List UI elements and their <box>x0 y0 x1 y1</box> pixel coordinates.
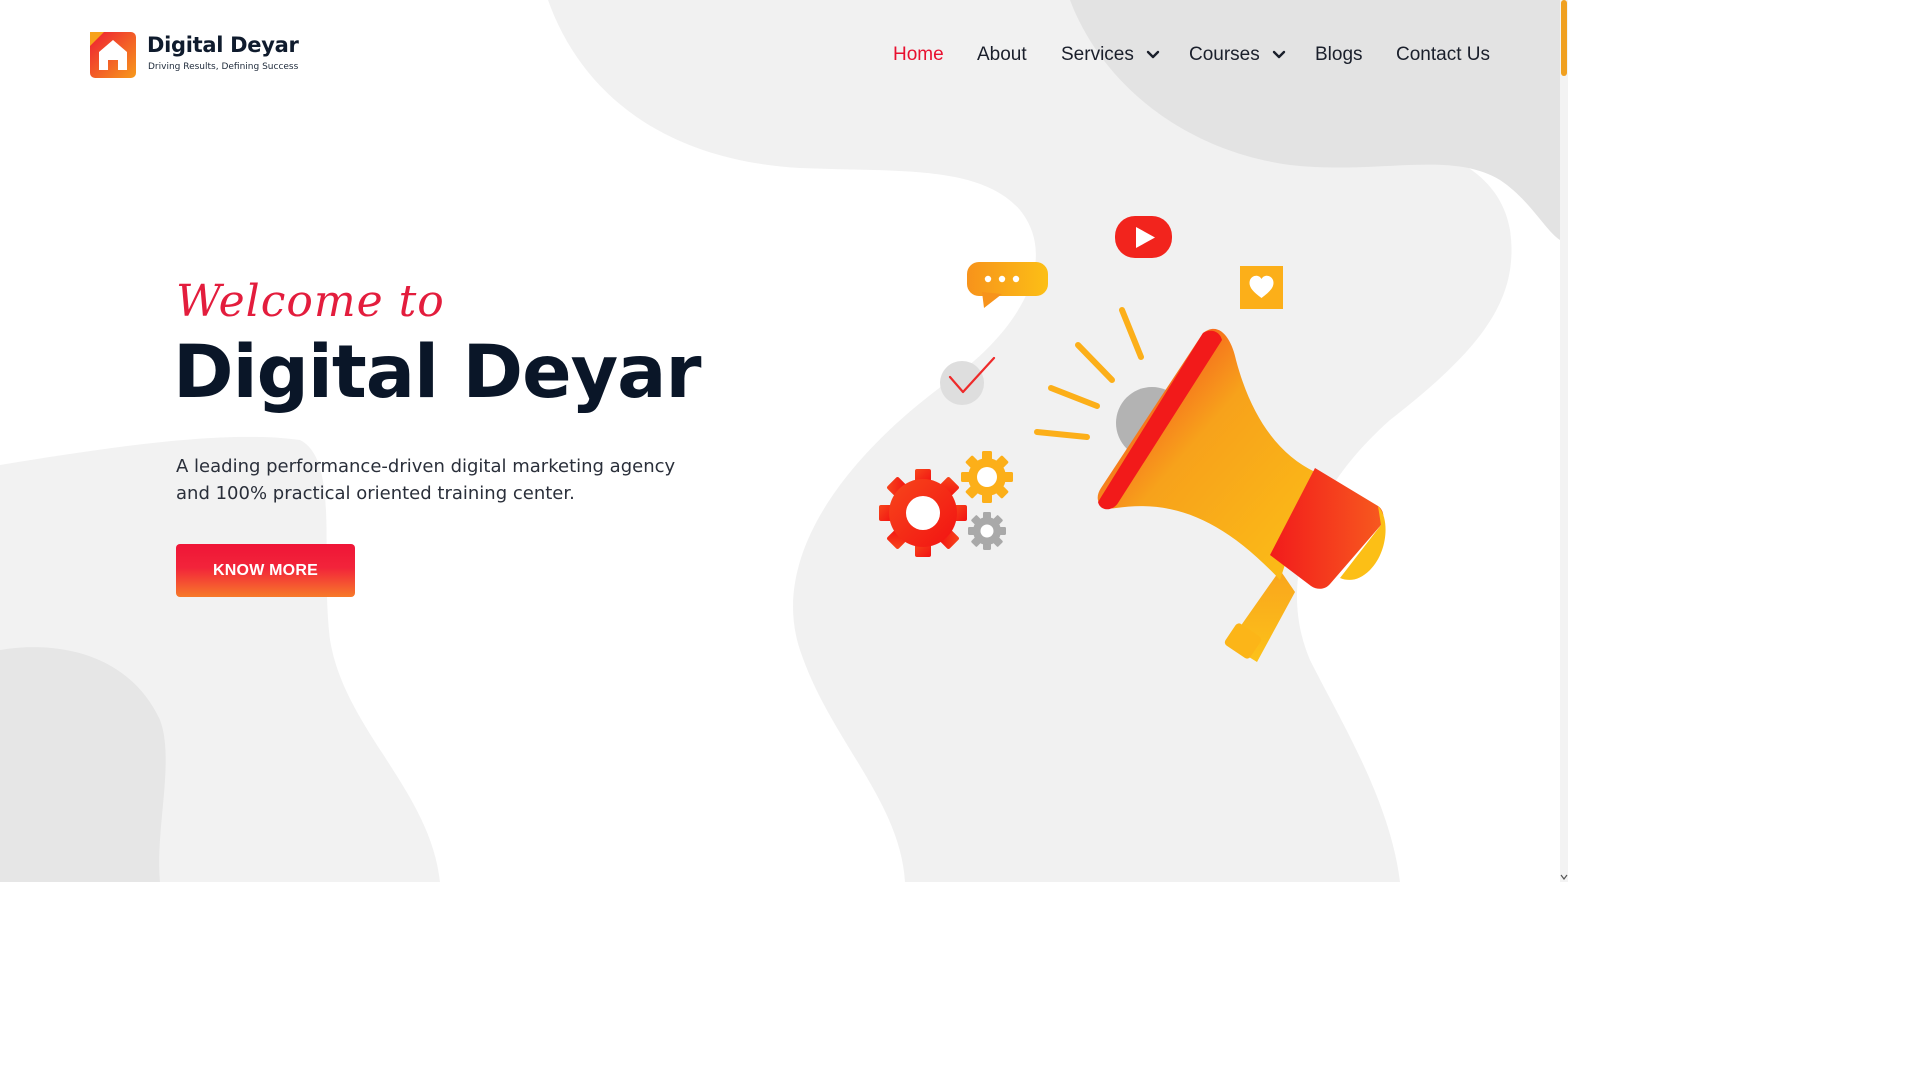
nav-item-label: Contact Us <box>1396 44 1490 65</box>
marketing-illustration <box>879 216 1386 662</box>
checkmark-icon <box>940 356 996 405</box>
heart-icon <box>1240 266 1283 309</box>
hero-description: A leading performance-driven digital mar… <box>176 456 676 504</box>
nav-item-home[interactable]: Home <box>893 44 944 66</box>
page-scrollbar[interactable] <box>1560 0 1568 882</box>
scroll-down-arrow-icon[interactable] <box>1560 872 1568 882</box>
nav-item-label: About <box>977 44 1027 65</box>
nav-item-services[interactable]: Services <box>1061 44 1160 66</box>
nav-item-label: Home <box>893 44 944 65</box>
site-header: Digital Deyar Driving Results, Defining … <box>0 0 1560 110</box>
nav-item-contact[interactable]: Contact Us <box>1396 44 1490 66</box>
nav-item-label: Services <box>1061 44 1134 65</box>
scrollbar-thumb[interactable] <box>1561 0 1567 76</box>
hero-title: Digital Deyar <box>173 330 701 415</box>
gear-icon <box>879 451 1013 557</box>
nav-item-blogs[interactable]: Blogs <box>1315 44 1363 66</box>
main-nav: Home About Services Courses Blogs Contac… <box>0 44 1560 68</box>
hero-welcome-script: Welcome to <box>176 276 445 327</box>
nav-item-courses[interactable]: Courses <box>1189 44 1286 66</box>
nav-item-about[interactable]: About <box>977 44 1027 66</box>
chevron-down-icon <box>1272 50 1285 59</box>
chevron-down-icon <box>1146 50 1160 59</box>
nav-item-label: Blogs <box>1315 44 1363 65</box>
nav-item-label: Courses <box>1189 44 1260 65</box>
chat-bubble-icon <box>967 262 1048 308</box>
megaphone-icon <box>1097 328 1386 662</box>
youtube-play-icon <box>1115 216 1172 258</box>
know-more-button[interactable]: KNOW MORE <box>176 544 355 597</box>
